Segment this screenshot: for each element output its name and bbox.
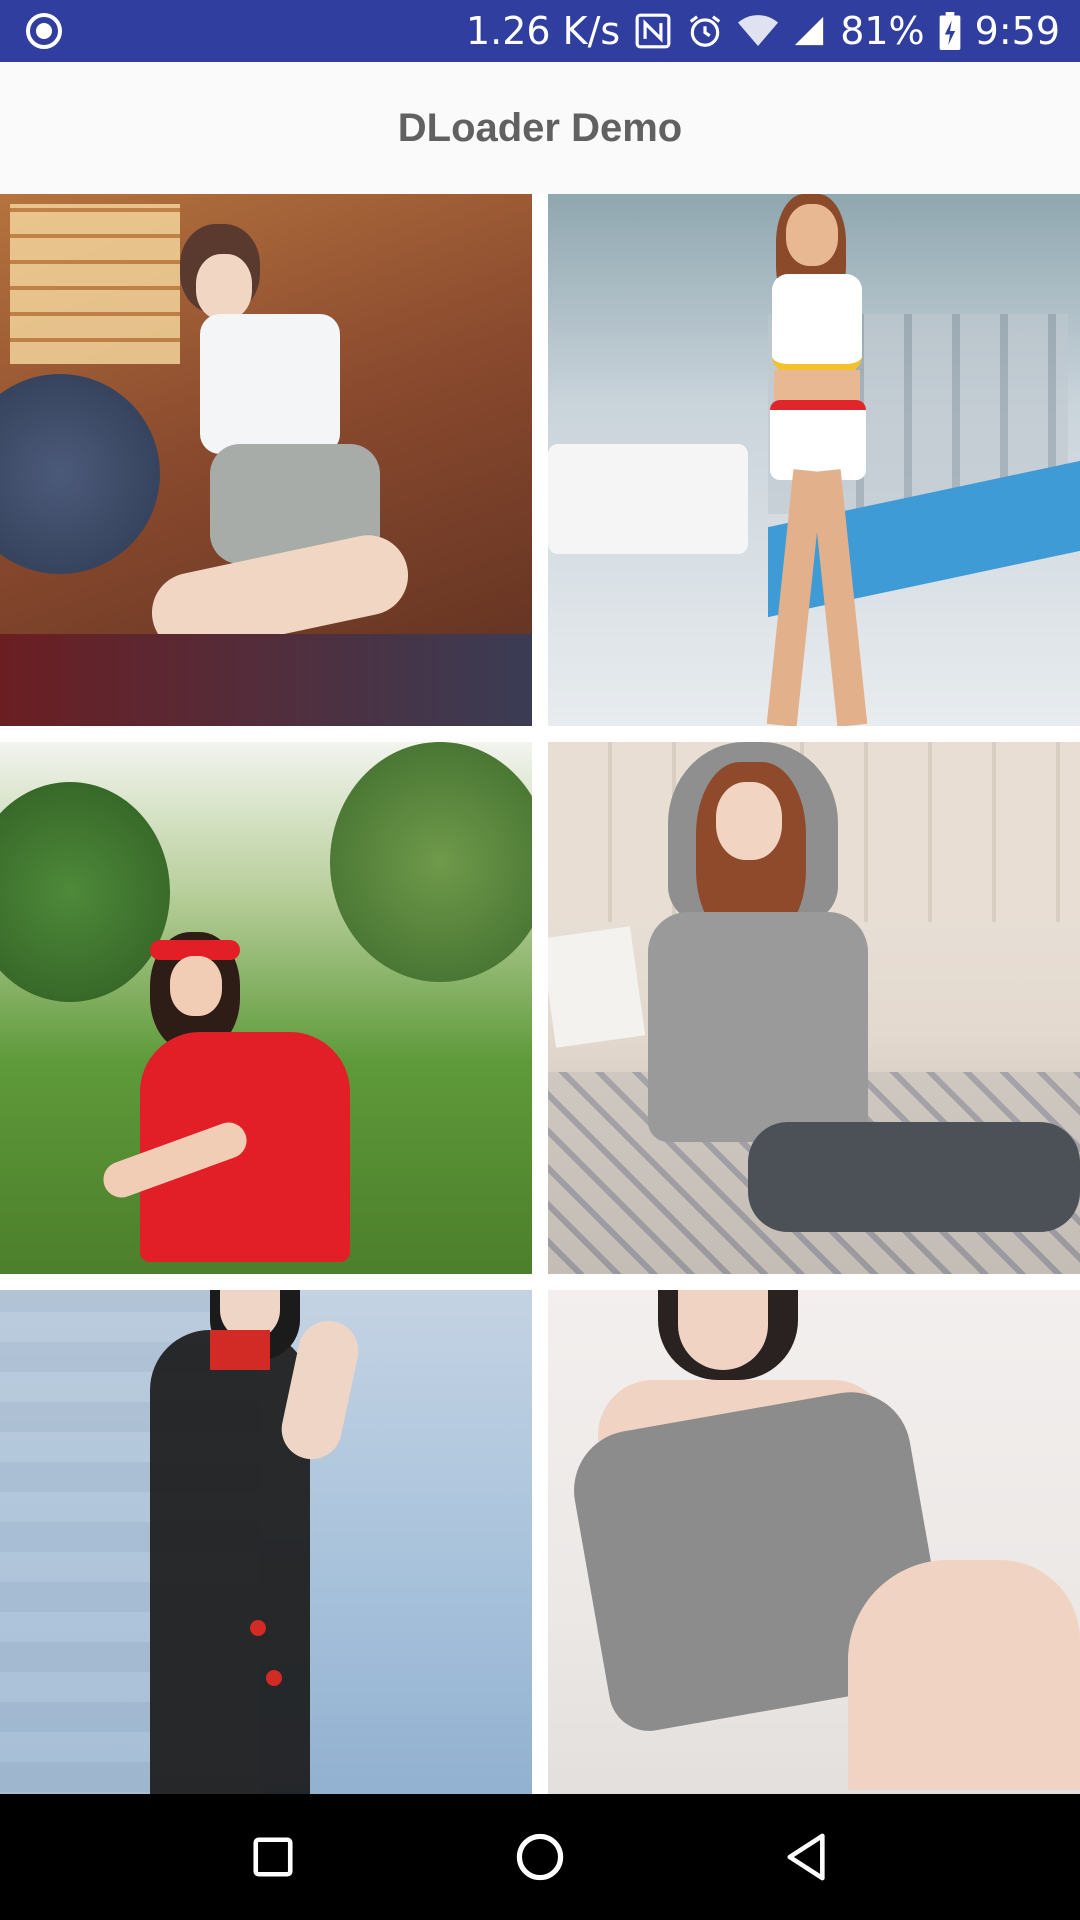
leg [848, 1560, 1080, 1790]
red-collar [210, 1330, 270, 1370]
waist [774, 370, 860, 400]
battery-level: 81% [840, 9, 925, 53]
photo-5[interactable] [0, 1290, 532, 1794]
clock: 9:59 [974, 9, 1060, 53]
home-icon [516, 1833, 564, 1881]
book [548, 926, 646, 1048]
home-button[interactable] [500, 1817, 580, 1897]
face [716, 782, 782, 860]
fabric-floor [0, 634, 532, 726]
skirt [770, 400, 866, 480]
network-speed: 1.26 K/s [465, 9, 621, 53]
button-2 [266, 1670, 282, 1686]
palm-tree-right [330, 742, 532, 982]
umbrella [0, 374, 160, 574]
page-title: DLoader Demo [397, 105, 683, 150]
blouse [200, 314, 340, 454]
face [786, 204, 838, 266]
button-1 [250, 1620, 266, 1636]
recents-button[interactable] [233, 1817, 313, 1897]
battery-icon [939, 12, 961, 50]
black-qipao [150, 1330, 310, 1794]
image-grid[interactable] [0, 194, 1080, 1794]
jeans [748, 1122, 1080, 1232]
alarm-icon [686, 12, 724, 50]
nfc-icon [634, 12, 672, 50]
app-bar: DLoader Demo [0, 62, 1080, 194]
photo-3[interactable] [0, 742, 532, 1274]
photo-4[interactable] [548, 742, 1080, 1274]
recents-icon [253, 1837, 293, 1877]
face [170, 956, 222, 1016]
navigation-bar [0, 1794, 1080, 1920]
signal-icon [792, 14, 826, 48]
hoodie [648, 912, 868, 1142]
wifi-icon [738, 14, 779, 48]
photo-1[interactable] [0, 194, 532, 726]
notification-icon [26, 13, 62, 49]
photo-6[interactable] [548, 1290, 1080, 1794]
face [196, 254, 252, 320]
top [772, 274, 862, 372]
window-panel [10, 204, 180, 364]
back-button[interactable] [767, 1817, 847, 1897]
palm-tree-left [0, 782, 170, 1002]
photo-2[interactable] [548, 194, 1080, 726]
bus [548, 444, 748, 554]
back-icon [787, 1833, 825, 1881]
status-bar: 1.26 K/s 81% 9:59 [0, 0, 1080, 62]
